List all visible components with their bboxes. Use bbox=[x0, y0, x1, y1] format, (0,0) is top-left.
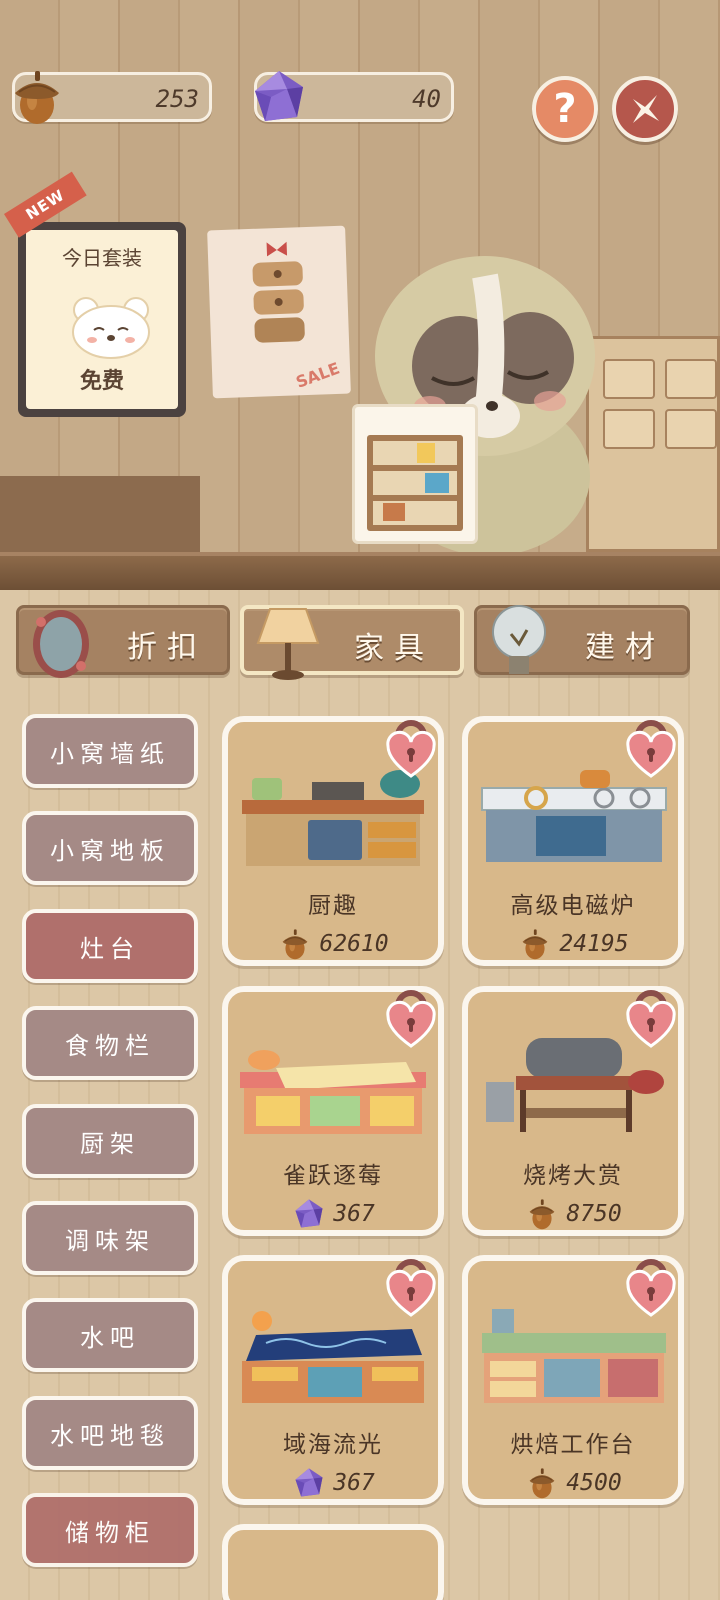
product-price: 8750 bbox=[468, 1196, 678, 1232]
product-price: 62610 bbox=[228, 926, 438, 962]
product-card[interactable]: 高级电磁炉 24195 bbox=[462, 716, 684, 966]
product-card[interactable]: 厨趣 62610 bbox=[222, 716, 444, 966]
lamp-icon bbox=[256, 608, 320, 680]
tab-building-materials-label: 建材 bbox=[585, 630, 665, 665]
acorn-icon bbox=[5, 65, 69, 129]
daily-set-board[interactable]: 今日套装 免费 bbox=[18, 222, 186, 417]
purple-gem-icon bbox=[291, 1465, 327, 1501]
close-button[interactable] bbox=[612, 76, 678, 142]
price-value: 24195 bbox=[559, 931, 629, 957]
tab-furniture[interactable]: 家具 bbox=[240, 605, 464, 680]
product-card[interactable]: 烘焙工作台 4500 bbox=[462, 1255, 684, 1505]
gem-count: 40 bbox=[412, 85, 441, 113]
sidebar-item-water-bar-rug[interactable]: 水吧地毯 bbox=[22, 1396, 198, 1470]
tab-building-materials[interactable]: 建材 bbox=[474, 605, 690, 675]
sidebar-item-label: 小窝墙纸 bbox=[50, 739, 170, 768]
product-name: 雀跃逐莓 bbox=[283, 1163, 383, 1189]
sidebar-item-label: 调味架 bbox=[65, 1226, 155, 1255]
lock-icon bbox=[626, 990, 676, 1048]
sidebar-item-food-bar[interactable]: 食物栏 bbox=[22, 1006, 198, 1080]
lock-icon bbox=[386, 720, 436, 778]
product-name: 高级电磁炉 bbox=[510, 893, 636, 919]
sidebar-item-water-bar[interactable]: 水吧 bbox=[22, 1298, 198, 1372]
acorn-currency-bar: 253 bbox=[12, 72, 212, 122]
sidebar-item-label: 水吧 bbox=[80, 1323, 140, 1352]
sale-poster: SALE bbox=[207, 225, 351, 399]
sidebar-item-kitchen-rack[interactable]: 厨架 bbox=[22, 1104, 198, 1178]
bear-face-icon bbox=[72, 297, 150, 359]
gem-currency-bar: 40 bbox=[254, 72, 454, 122]
question-icon: ? bbox=[553, 86, 577, 132]
sidebar-item-stove[interactable]: 灶台 bbox=[22, 909, 198, 983]
acorn-icon bbox=[277, 926, 313, 962]
acorn-count: 253 bbox=[155, 85, 199, 113]
help-button[interactable]: ? bbox=[532, 76, 598, 142]
purple-gem-icon bbox=[247, 65, 311, 129]
product-card[interactable]: 烧烤大赏 8750 bbox=[462, 986, 684, 1236]
cake-stand-icon bbox=[252, 241, 305, 343]
sidebar-item-label: 食物栏 bbox=[65, 1031, 155, 1060]
product-price: 367 bbox=[228, 1196, 438, 1232]
purple-gem-icon bbox=[291, 1196, 327, 1232]
board-free-label: 免费 bbox=[79, 369, 124, 394]
product-price: 4500 bbox=[468, 1465, 678, 1501]
lock-icon bbox=[386, 990, 436, 1048]
close-x-icon bbox=[633, 95, 659, 123]
board-title: 今日套装 bbox=[62, 246, 142, 270]
price-value: 8750 bbox=[566, 1201, 622, 1227]
lock-icon bbox=[626, 720, 676, 778]
sidebar-item-label: 储物柜 bbox=[65, 1518, 155, 1547]
product-card[interactable]: 雀跃逐莓 367 bbox=[222, 986, 444, 1236]
acorn-icon bbox=[517, 926, 553, 962]
lightbulb-icon bbox=[492, 605, 546, 674]
price-value: 367 bbox=[333, 1470, 375, 1496]
sidebar-item-wallpaper[interactable]: 小窝墙纸 bbox=[22, 714, 198, 788]
bookshelf bbox=[0, 476, 200, 552]
tab-furniture-label: 家具 bbox=[354, 631, 434, 666]
product-card[interactable] bbox=[222, 1524, 444, 1600]
product-name: 烧烤大赏 bbox=[523, 1163, 623, 1189]
lock-icon bbox=[386, 1259, 436, 1317]
product-name: 域海流光 bbox=[283, 1432, 383, 1458]
product-price: 367 bbox=[228, 1465, 438, 1501]
shop-counter bbox=[0, 552, 720, 590]
acorn-icon bbox=[524, 1196, 560, 1232]
sidebar-item-label: 小窝地板 bbox=[50, 836, 170, 865]
catalog-tablet bbox=[352, 404, 478, 544]
sidebar-item-storage-cabinet[interactable]: 储物柜 bbox=[22, 1493, 198, 1567]
sidebar-item-label: 灶台 bbox=[80, 934, 140, 963]
sidebar-item-spice-rack[interactable]: 调味架 bbox=[22, 1201, 198, 1275]
price-value: 62610 bbox=[319, 931, 389, 957]
product-card[interactable]: 域海流光 367 bbox=[222, 1255, 444, 1505]
product-price: 24195 bbox=[468, 926, 678, 962]
tab-discount-label: 折扣 bbox=[127, 630, 207, 665]
price-value: 4500 bbox=[566, 1470, 622, 1496]
sidebar-item-label: 水吧地毯 bbox=[50, 1421, 170, 1450]
lock-icon bbox=[626, 1259, 676, 1317]
sidebar-item-label: 厨架 bbox=[80, 1129, 140, 1158]
mirror-icon bbox=[33, 610, 89, 678]
dresser bbox=[586, 336, 720, 552]
product-name: 厨趣 bbox=[308, 893, 358, 919]
price-value: 367 bbox=[333, 1201, 375, 1227]
sidebar-item-floor[interactable]: 小窝地板 bbox=[22, 811, 198, 885]
tab-discount[interactable]: 折扣 bbox=[16, 605, 230, 678]
product-name: 烘焙工作台 bbox=[510, 1432, 636, 1458]
acorn-icon bbox=[524, 1465, 560, 1501]
poster-sale-text: SALE bbox=[293, 358, 343, 392]
